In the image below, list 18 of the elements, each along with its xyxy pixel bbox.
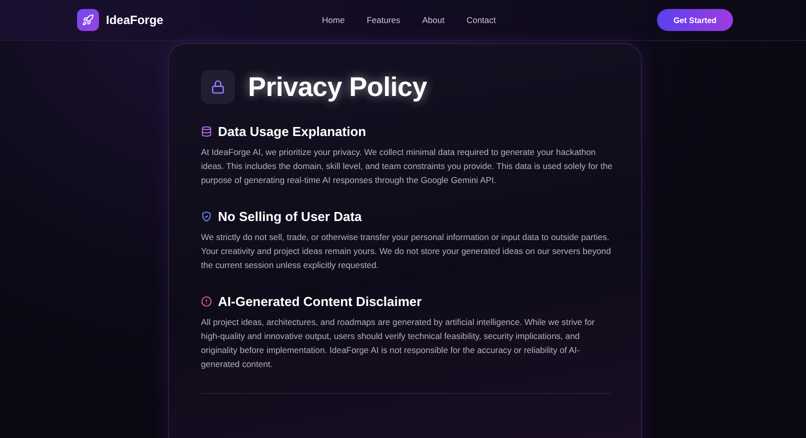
nav-link[interactable]: Contact bbox=[466, 15, 496, 25]
section-heading: AI-Generated Content Disclaimer bbox=[218, 294, 422, 309]
nav-link[interactable]: About bbox=[422, 15, 444, 25]
get-started-button[interactable]: Get Started bbox=[657, 9, 733, 31]
lock-icon bbox=[201, 70, 235, 104]
database-icon bbox=[201, 126, 212, 137]
brand-name[interactable]: IdeaForge bbox=[106, 13, 164, 27]
rocket-icon[interactable] bbox=[77, 9, 99, 31]
section-heading: Data Usage Explanation bbox=[218, 124, 366, 139]
page-title: Privacy Policy bbox=[248, 72, 427, 102]
nav-link[interactable]: Home bbox=[322, 15, 345, 25]
section-text: All project ideas, architectures, and roadmaps are generated by artificial intelligence. While we strive for high-quality and innovative output, users should verify technical feasibility, security implications, and originality before implementation. IdeaForge AI is not responsible for the accuracy or reliability of AI-generated content. bbox=[201, 316, 596, 371]
section-text: At IdeaForge AI, we prioritize your privacy. We collect minimal data required to generate your hackathon ideas. This includes the domain, skill level, and team constraints you provide. This data is used solely for the purpose of generating real-time AI responses through the Google Gemini API. bbox=[201, 146, 613, 187]
nav-link[interactable]: Features bbox=[366, 15, 400, 25]
alert-circle-icon bbox=[201, 296, 212, 307]
section-text: We strictly do not sell, trade, or otherwise transfer your personal information or input data to outside parties. Your creativity and project ideas remain yours. We do not store your generated ideas on our servers beyond the current session unless explicitly requested. bbox=[201, 231, 612, 272]
shield-check-icon bbox=[201, 211, 212, 222]
section-heading: No Selling of User Data bbox=[218, 209, 362, 224]
